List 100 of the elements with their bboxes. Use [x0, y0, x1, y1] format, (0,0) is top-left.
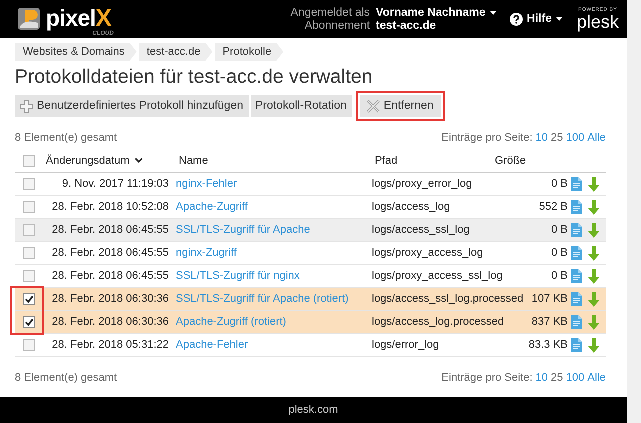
path-cell: logs/proxy_access_log: [372, 247, 484, 259]
date-cell: 28. Febr. 2018 10:52:08: [52, 201, 169, 213]
toolbar-button[interactable]: Entfernen: [356, 91, 445, 121]
caret-icon: [556, 17, 563, 21]
path-cell: logs/access_ssl_log: [372, 224, 470, 236]
log-name-link[interactable]: SSL/TLS-Zugriff für nginx: [176, 270, 300, 282]
size-cell: 0 B: [551, 270, 568, 282]
help-icon: [510, 12, 524, 26]
caret-icon: [490, 10, 497, 14]
per-page-option[interactable]: Alle: [588, 372, 606, 384]
table-row[interactable]: 28. Febr. 2018 06:45:55 nginx-Zugriff logs/proxy_access_log 0 B: [15, 242, 606, 265]
size-cell: 83.3 KB: [528, 339, 568, 351]
table-row[interactable]: 28. Febr. 2018 06:30:36 SSL/TLS-Zugriff für Apache (rotiert) logs/access_ssl_log.processed 107 KB: [15, 288, 606, 311]
date-cell: 28. Febr. 2018 06:45:55: [52, 270, 169, 282]
table-row[interactable]: 28. Febr. 2018 05:31:22 Apache-Fehler logs/error_log 83.3 KB: [15, 334, 606, 357]
document-icon[interactable]: [571, 223, 582, 237]
path-cell: logs/error_log: [372, 339, 440, 351]
path-cell: logs/access_ssl_log.processed: [372, 293, 524, 305]
size-cell: 837 KB: [532, 316, 568, 328]
per-page-option[interactable]: Alle: [588, 132, 606, 144]
row-checkbox[interactable]: [23, 316, 35, 328]
table-row[interactable]: 28. Febr. 2018 06:45:55 SSL/TLS-Zugriff für Apache logs/access_ssl_log 0 B: [15, 219, 606, 242]
log-name-link[interactable]: Apache-Fehler: [176, 339, 248, 351]
row-checkbox[interactable]: [23, 339, 35, 351]
document-icon[interactable]: [571, 200, 582, 214]
table-row[interactable]: 28. Febr. 2018 06:30:36 Apache-Zugriff (rotiert) logs/access_log.processed 837 KB: [15, 311, 606, 334]
help-menu[interactable]: Hilfe: [510, 12, 563, 26]
download-icon[interactable]: [588, 246, 600, 260]
item-count: 8 Element(e) gesamt: [15, 132, 118, 144]
size-cell: 0 B: [551, 178, 568, 190]
per-page-label: Einträge pro Seite:: [442, 372, 533, 384]
row-checkbox[interactable]: [23, 224, 35, 236]
row-checkbox[interactable]: [23, 178, 35, 190]
footer-link[interactable]: plesk.com: [288, 404, 338, 416]
toolbar-button[interactable]: Benutzerdefiniertes Protokoll hinzufügen: [15, 95, 248, 117]
per-page-option[interactable]: 25: [551, 132, 564, 144]
download-icon[interactable]: [588, 222, 600, 238]
column-header[interactable]: Pfad: [375, 154, 398, 166]
size-cell: 107 KB: [532, 293, 568, 305]
subscription-label: Abonnement: [304, 20, 370, 32]
toolbar-button[interactable]: Protokoll-Rotation: [250, 95, 352, 117]
log-name-link[interactable]: Apache-Zugriff: [176, 201, 248, 213]
date-cell: 28. Febr. 2018 06:30:36: [52, 293, 169, 305]
size-cell: 552 B: [539, 201, 568, 213]
row-checkbox[interactable]: [23, 293, 35, 305]
date-cell: 28. Febr. 2018 06:45:55: [52, 224, 169, 236]
sort-caret-icon: [134, 158, 143, 163]
document-icon[interactable]: [571, 315, 582, 329]
brand-accent: X: [96, 5, 112, 32]
per-page-label: Einträge pro Seite:: [442, 132, 533, 144]
item-count: 8 Element(e) gesamt: [15, 372, 118, 384]
path-cell: logs/access_log: [372, 201, 450, 213]
document-icon[interactable]: [571, 338, 582, 352]
per-page-option[interactable]: 100: [566, 372, 585, 384]
plesk-logo-text: plesk: [576, 12, 619, 30]
size-cell: 0 B: [551, 247, 568, 259]
row-checkbox[interactable]: [23, 247, 35, 259]
document-icon[interactable]: [571, 292, 582, 306]
row-checkbox[interactable]: [23, 270, 35, 282]
user-menu[interactable]: Vorname Nachname: [376, 6, 504, 18]
brand-name: pixel: [46, 5, 96, 31]
column-header[interactable]: Größe: [495, 154, 526, 166]
breadcrumb-link[interactable]: test-acc.de: [138, 43, 213, 61]
subscription-name: test-acc.de: [376, 20, 438, 32]
document-icon[interactable]: [571, 269, 582, 283]
page-title: Protokolldateien für test-acc.de verwalten: [15, 66, 374, 89]
per-page-option[interactable]: 100: [566, 132, 585, 144]
date-cell: 28. Febr. 2018 06:30:36: [52, 316, 169, 328]
plus-icon: [20, 100, 33, 112]
download-icon[interactable]: [588, 176, 600, 192]
path-cell: logs/proxy_access_ssl_log: [372, 270, 503, 282]
download-icon[interactable]: [588, 338, 600, 352]
document-icon[interactable]: [571, 177, 582, 191]
path-cell: logs/access_log.processed: [372, 316, 504, 328]
row-checkbox[interactable]: [23, 201, 35, 213]
column-header[interactable]: Name: [179, 154, 208, 166]
close-icon: [366, 100, 380, 112]
column-header[interactable]: Änderungsdatum: [46, 154, 143, 166]
date-cell: 9. Nov. 2017 11:19:03: [62, 178, 169, 190]
download-icon[interactable]: [588, 268, 600, 284]
select-all-checkbox[interactable]: [23, 154, 35, 166]
document-icon[interactable]: [571, 246, 582, 260]
download-icon[interactable]: [588, 200, 600, 214]
date-cell: 28. Febr. 2018 06:45:55: [52, 247, 169, 259]
per-page-option[interactable]: 10: [536, 372, 548, 384]
table-row[interactable]: 9. Nov. 2017 11:19:03 nginx-Fehler logs/proxy_error_log 0 B: [15, 173, 606, 196]
log-name-link[interactable]: nginx-Fehler: [176, 178, 238, 190]
per-page-option[interactable]: 10: [536, 132, 548, 144]
breadcrumb-link[interactable]: Websites & Domains: [15, 43, 137, 61]
scrollbar[interactable]: [627, 0, 641, 423]
path-cell: logs/proxy_error_log: [372, 178, 472, 190]
size-cell: 0 B: [551, 224, 568, 236]
download-icon[interactable]: [588, 314, 600, 330]
logo-icon: [17, 7, 43, 31]
logged-in-label: Angemeldet als: [290, 6, 370, 18]
date-cell: 28. Febr. 2018 05:31:22: [52, 339, 169, 351]
breadcrumb-link[interactable]: Protokolle: [214, 43, 284, 61]
download-icon[interactable]: [588, 292, 600, 306]
per-page-option[interactable]: 25: [551, 372, 564, 384]
log-name-link[interactable]: nginx-Zugriff: [176, 247, 237, 259]
